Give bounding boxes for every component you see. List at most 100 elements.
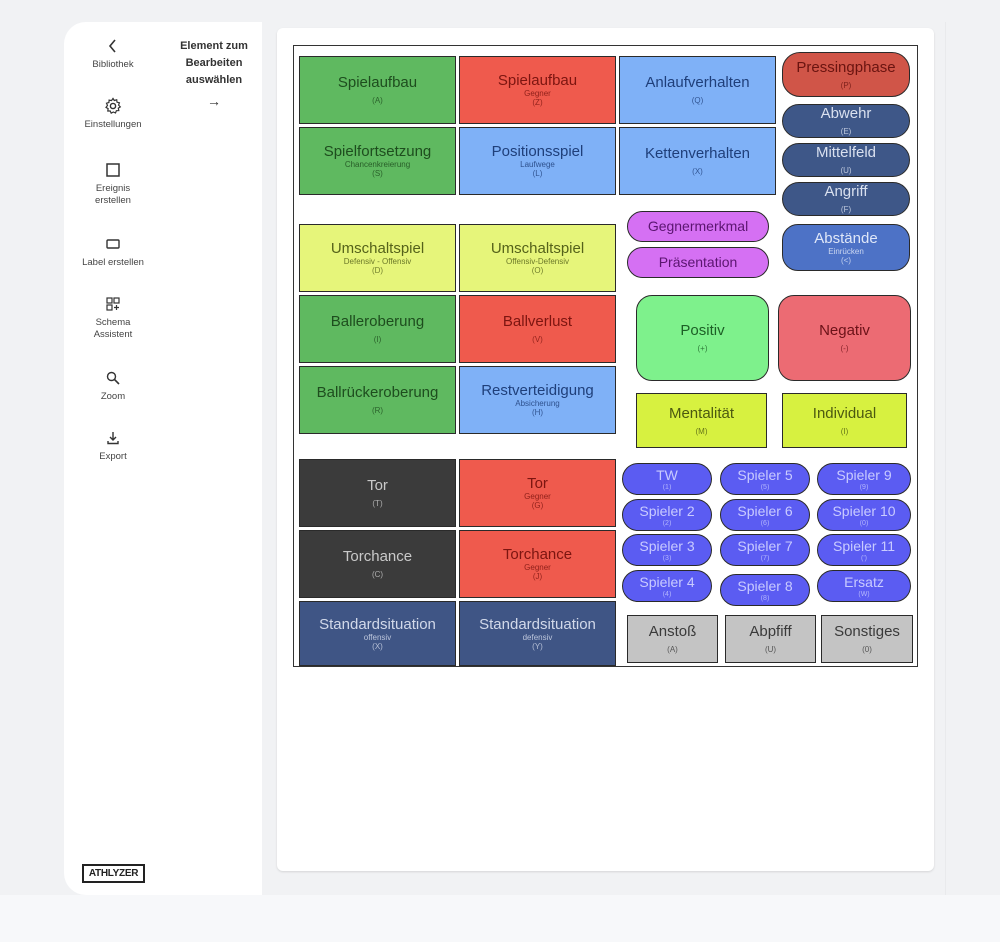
rectangle-icon xyxy=(103,234,123,254)
tile-subtitle: defensiv xyxy=(522,632,553,642)
tile-title: Spieler 2 xyxy=(639,503,695,519)
tile-title: Tor xyxy=(527,475,548,492)
tile-button[interactable]: Spieler 11 (') xyxy=(817,534,911,566)
tile-subtitle: offensiv xyxy=(363,632,392,642)
tile-title: Spieler 6 xyxy=(737,503,793,519)
tile-button[interactable]: Gegnermerkmal xyxy=(627,211,769,242)
tile-hotkey: (0) xyxy=(859,520,869,527)
tile-button[interactable]: Individual (I) xyxy=(782,393,907,448)
tile-button[interactable]: Tor Gegner (G) xyxy=(459,459,616,527)
tile-button[interactable]: Umschaltspiel Defensiv - Offensiv (D) xyxy=(299,224,456,292)
tile-title: Pressingphase xyxy=(796,58,896,76)
nav-einstellungen[interactable]: Einstellungen xyxy=(64,96,162,131)
tile-button[interactable]: Balleroberung (I) xyxy=(299,295,456,363)
tile-hotkey: (2) xyxy=(662,520,672,527)
nav-zoom[interactable]: Zoom xyxy=(64,368,162,403)
tile-title: Sonstiges xyxy=(834,623,900,640)
tile-button[interactable]: Spielaufbau Gegner (Z) xyxy=(459,56,616,124)
tile-button[interactable]: Spieler 6 (6) xyxy=(720,499,810,531)
tile-title: Individual xyxy=(812,404,877,422)
tile-hotkey: (T) xyxy=(372,499,383,508)
tile-title: Ersatz xyxy=(844,574,884,590)
tile-button[interactable]: Anstoß (A) xyxy=(627,615,718,663)
tile-hotkey: (X) xyxy=(692,167,703,176)
tile-button[interactable]: Spieler 5 (5) xyxy=(720,463,810,495)
tile-title: Spieler 7 xyxy=(737,538,793,554)
nav-ereignis-erstellen[interactable]: Ereignis erstellen xyxy=(64,160,162,207)
tile-button[interactable]: Spieler 9 (9) xyxy=(817,463,911,495)
tile-button[interactable]: Standardsituation offensiv (X) xyxy=(299,601,456,666)
tile-button[interactable]: Sonstiges (0) xyxy=(821,615,913,663)
tile-button[interactable]: Ballverlust (V) xyxy=(459,295,616,363)
tile-button[interactable]: Spieler 3 (3) xyxy=(622,534,712,566)
nav-schema-assistent[interactable]: Schema Assistent xyxy=(64,294,162,341)
tile-button[interactable]: Spieler 10 (0) xyxy=(817,499,911,531)
tile-button[interactable]: Spielfortsetzung Chancenkreierung (S) xyxy=(299,127,456,195)
tile-title: Standardsituation xyxy=(479,615,596,633)
arrow-right-icon: → xyxy=(207,93,221,109)
tile-title: Torchance xyxy=(502,546,573,563)
tile-button[interactable]: Positionsspiel Laufwege (L) xyxy=(459,127,616,195)
tile-title: Positiv xyxy=(680,322,725,339)
nav-label: Export xyxy=(99,451,127,462)
tile-button[interactable]: TW (1) xyxy=(622,463,712,495)
tile-button[interactable]: Spieler 2 (2) xyxy=(622,499,712,531)
tile-hotkey: (8) xyxy=(760,595,770,602)
tile-title: Spieler 9 xyxy=(836,467,892,483)
grid-plus-icon xyxy=(103,294,123,314)
tile-button[interactable]: Spieler 8 (8) xyxy=(720,574,810,606)
tile-title: Spieler 10 xyxy=(832,503,896,519)
chevron-left-icon xyxy=(103,36,123,56)
tile-button[interactable]: Mittelfeld (U) xyxy=(782,143,910,177)
tile-button[interactable]: Angriff (F) xyxy=(782,182,910,216)
tile-title: Mentalität xyxy=(668,404,735,422)
tile-hotkey: (H) xyxy=(531,408,544,417)
tile-button[interactable]: Restverteidigung Absicherung (H) xyxy=(459,366,616,434)
tile-button[interactable]: Pressingphase (P) xyxy=(782,52,910,97)
tile-button[interactable]: Positiv (+) xyxy=(636,295,769,381)
tile-button[interactable]: Standardsituation defensiv (Y) xyxy=(459,601,616,666)
tile-button[interactable]: Präsentation xyxy=(627,247,769,278)
tile-hotkey: (Q) xyxy=(691,96,704,105)
tile-button[interactable]: Anlaufverhalten (Q) xyxy=(619,56,776,124)
tile-subtitle: Gegner xyxy=(524,563,551,572)
tile-title: Tor xyxy=(367,477,388,494)
tile-button[interactable]: Spieler 7 (7) xyxy=(720,534,810,566)
tile-button[interactable]: Torchance Gegner (J) xyxy=(459,530,616,598)
tile-title: Mittelfeld xyxy=(815,144,877,161)
tile-hotkey: (+) xyxy=(697,344,708,353)
tile-button[interactable]: Torchance (C) xyxy=(299,530,456,598)
tile-subtitle: Einrücken xyxy=(828,246,864,256)
tile-button[interactable]: Abstände Einrücken (<) xyxy=(782,224,910,271)
tile-button[interactable]: Kettenverhalten (X) xyxy=(619,127,776,195)
athlyzer-logo: ATHLYZER xyxy=(82,864,145,883)
tile-hotkey: (6) xyxy=(760,520,770,527)
tile-hotkey: (I) xyxy=(840,426,849,436)
tile-hotkey: (9) xyxy=(859,484,869,491)
nav-label: Bibliothek xyxy=(92,59,134,70)
tile-hotkey: (<) xyxy=(841,255,851,265)
tile-title: Spieler 5 xyxy=(737,467,793,483)
tile-title: Spielfortsetzung xyxy=(323,143,432,160)
zoom-icon xyxy=(103,368,123,388)
nav-bibliothek[interactable]: Bibliothek xyxy=(64,36,162,71)
tile-hotkey: (U) xyxy=(840,166,852,175)
tile-button[interactable]: Spieler 4 (4) xyxy=(622,570,712,602)
tile-button[interactable]: Abpfiff (U) xyxy=(725,615,816,663)
tile-button[interactable]: Negativ (-) xyxy=(778,295,911,381)
tile-button[interactable]: Abwehr (E) xyxy=(782,104,910,138)
tile-button[interactable]: Umschaltspiel Offensiv-Defensiv (O) xyxy=(459,224,616,292)
nav-export[interactable]: Export xyxy=(64,428,162,463)
tile-title: Umschaltspiel xyxy=(490,240,585,257)
tile-subtitle: Gegner xyxy=(524,492,551,501)
tile-button[interactable]: Ballrückeroberung (R) xyxy=(299,366,456,434)
tile-button[interactable]: Ersatz (W) xyxy=(817,570,911,602)
nav-label-erstellen[interactable]: Label erstellen xyxy=(64,234,162,269)
tile-subtitle: Gegner xyxy=(524,89,551,98)
tile-button[interactable]: Mentalität (M) xyxy=(636,393,767,448)
tile-button[interactable]: Spielaufbau (A) xyxy=(299,56,456,124)
tile-title: Negativ xyxy=(819,322,870,339)
nav-label: Schema Assistent xyxy=(93,317,133,340)
tile-button[interactable]: Tor (T) xyxy=(299,459,456,527)
tile-title: Spielaufbau xyxy=(497,72,578,89)
